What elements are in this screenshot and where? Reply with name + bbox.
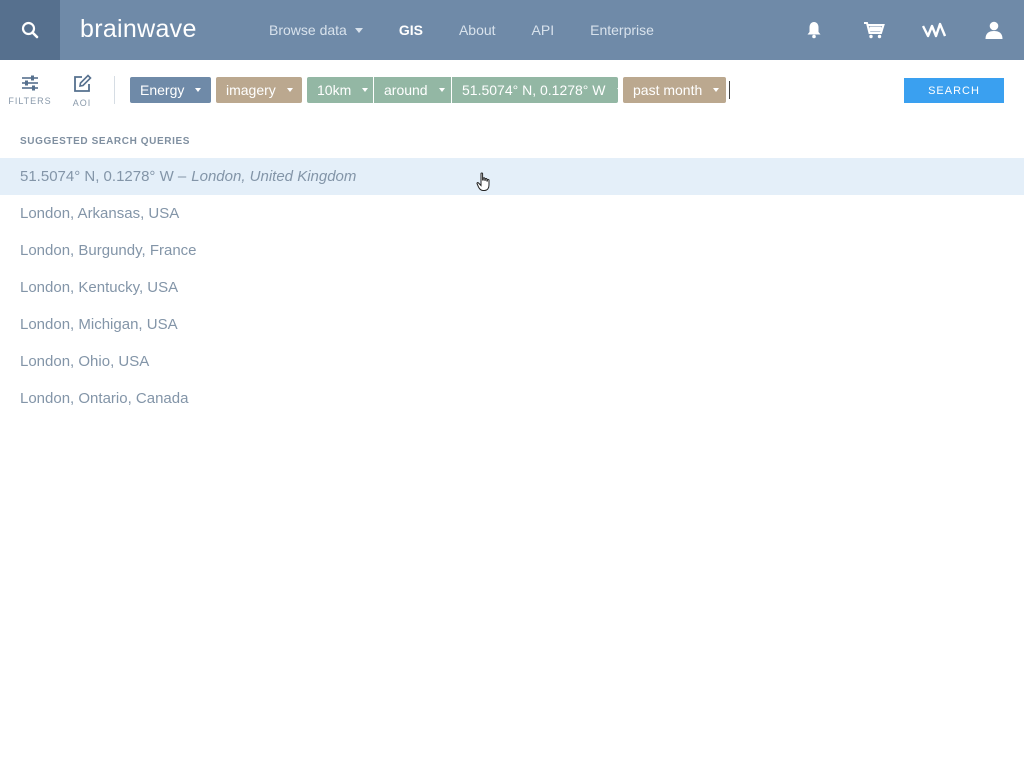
user-icon [985, 21, 1003, 39]
chevron-down-icon [195, 88, 202, 92]
chip-relation[interactable]: around [374, 77, 451, 103]
nav-right-icons [784, 0, 1024, 60]
filter-bar: FILTERS AOI Energy imagery 10km around 5… [0, 60, 1024, 120]
chip-category-label: Energy [140, 82, 185, 98]
chevron-down-icon [362, 88, 369, 92]
user-account-button[interactable] [964, 0, 1024, 60]
search-button[interactable]: SEARCH [904, 78, 1004, 103]
list-item[interactable]: London, Ontario, Canada [0, 380, 1024, 417]
list-item[interactable]: 51.5074° N, 0.1278° W – London, United K… [0, 158, 1024, 195]
nav-enterprise-label: Enterprise [590, 22, 654, 38]
nav-about[interactable]: About [459, 22, 496, 38]
chip-radius-label: 10km [317, 82, 352, 98]
chevron-down-icon [438, 88, 445, 92]
search-toggle-button[interactable] [0, 0, 60, 60]
list-item[interactable]: London, Kentucky, USA [0, 269, 1024, 306]
brand-mark-icon [922, 22, 946, 38]
suggestion-main-text: London, Arkansas, USA [20, 205, 180, 222]
chevron-down-icon [354, 27, 363, 33]
chip-category[interactable]: Energy [130, 77, 211, 103]
chip-data-type[interactable]: imagery [216, 77, 302, 103]
sliders-icon [22, 75, 38, 91]
search-icon [21, 21, 39, 39]
edit-icon [74, 74, 92, 92]
list-item[interactable]: London, Arkansas, USA [0, 195, 1024, 232]
aoi-button[interactable]: AOI [62, 74, 102, 114]
nav-gis[interactable]: GIS [399, 22, 423, 38]
chip-relation-label: around [384, 82, 428, 98]
nav-browse-data-label: Browse data [269, 22, 347, 38]
chevron-down-icon [616, 88, 623, 92]
suggestions-heading: SUGGESTED SEARCH QUERIES [20, 136, 190, 147]
chevron-down-icon [713, 88, 720, 92]
list-item[interactable]: London, Ohio, USA [0, 343, 1024, 380]
suggestion-main-text: London, Burgundy, France [20, 242, 197, 259]
nav-browse-data[interactable]: Browse data [269, 22, 363, 38]
toolbar-divider [114, 76, 115, 104]
nav-api[interactable]: API [532, 22, 555, 38]
chip-location-label: 51.5074° N, 0.1278° W [462, 82, 606, 98]
brand-logo[interactable]: brainwave [80, 13, 197, 45]
nav-api-label: API [531, 22, 555, 38]
brand-mark-button[interactable] [904, 0, 964, 60]
suggestion-main-text: 51.5074° N, 0.1278° W – [20, 168, 187, 185]
top-navbar: brainwave Browse data GIS About API Ente… [0, 0, 1024, 60]
chip-data-type-label: imagery [226, 82, 276, 98]
chip-time-range-label: past month [633, 82, 703, 98]
logo-text: brainwave [80, 14, 197, 43]
notifications-button[interactable] [784, 0, 844, 60]
filters-button[interactable]: FILTERS [8, 74, 52, 114]
suggestion-main-text: London, Kentucky, USA [20, 279, 179, 296]
bell-icon [807, 22, 821, 39]
suggestion-main-text: London, Michigan, USA [20, 316, 178, 333]
cart-icon [864, 22, 885, 39]
list-item[interactable]: London, Michigan, USA [0, 306, 1024, 343]
cart-button[interactable] [844, 0, 904, 60]
nav-enterprise[interactable]: Enterprise [590, 22, 654, 38]
main-nav: Browse data GIS About API Enterprise [269, 0, 690, 60]
nav-gis-label: GIS [398, 22, 423, 38]
suggestions-list: 51.5074° N, 0.1278° W – London, United K… [0, 158, 1024, 417]
nav-about-label: About [458, 22, 496, 38]
suggestion-main-text: London, Ontario, Canada [20, 390, 189, 407]
filters-label: FILTERS [8, 96, 52, 106]
aoi-label: AOI [72, 98, 92, 108]
chip-radius[interactable]: 10km [307, 77, 373, 103]
chevron-down-icon [286, 88, 293, 92]
chip-location[interactable]: 51.5074° N, 0.1278° W [452, 77, 623, 103]
text-caret[interactable] [729, 81, 730, 99]
hand-pointer-icon [476, 172, 490, 191]
suggestion-main-text: London, Ohio, USA [20, 353, 150, 370]
chip-time-range[interactable]: past month [623, 77, 726, 103]
list-item[interactable]: London, Burgundy, France [0, 232, 1024, 269]
suggestion-sub-text: London, United Kingdom [191, 168, 357, 185]
